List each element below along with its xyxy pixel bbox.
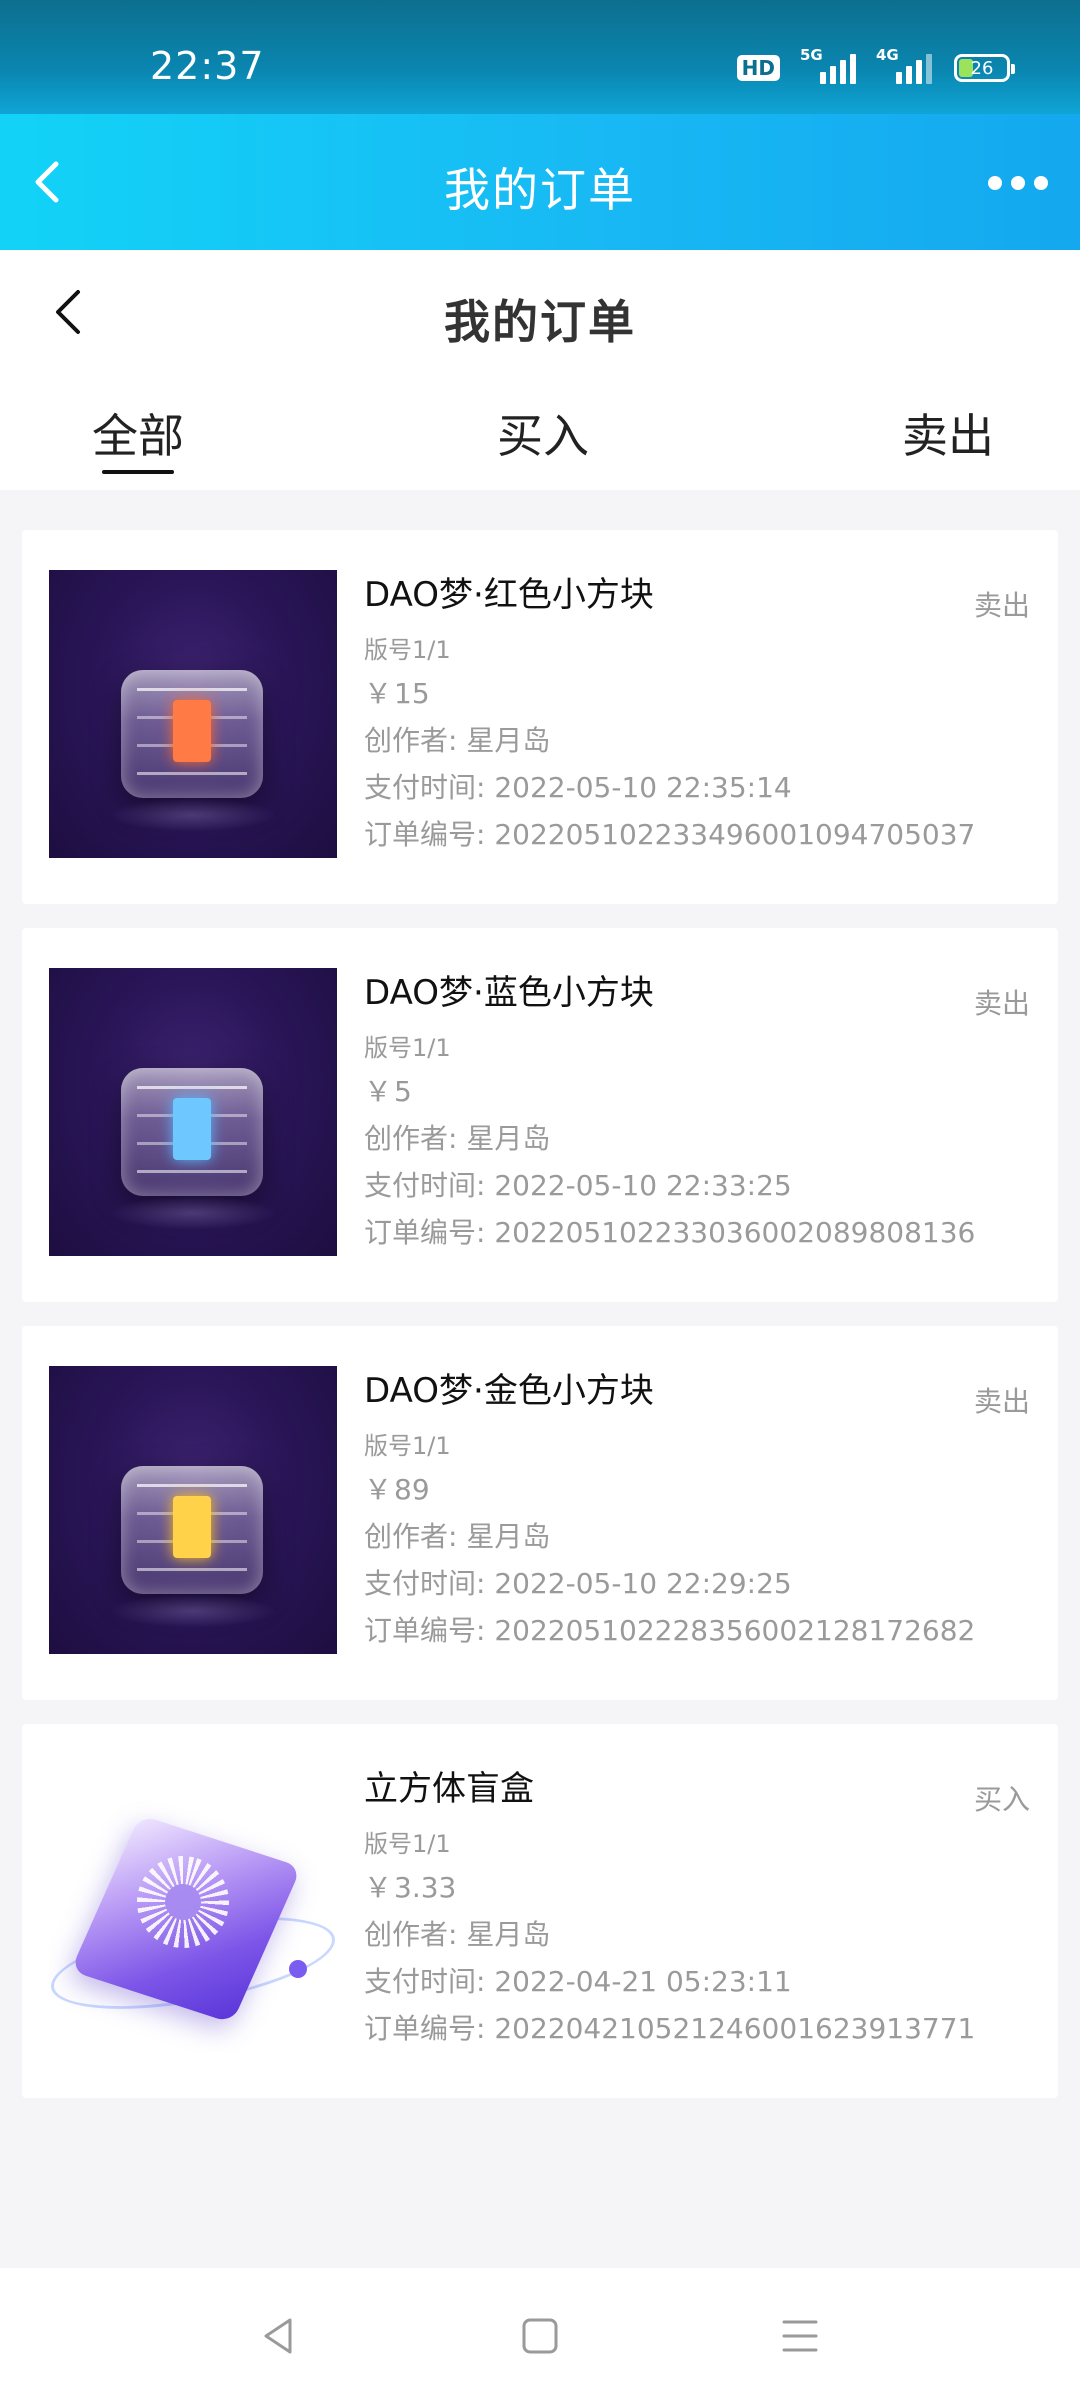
pay-time: 支付时间: 2022-05-10 22:29:25 <box>364 1567 792 1600</box>
status-icons: HD 5G 4G 26 <box>736 46 1015 84</box>
signal-5g-icon: 5G <box>800 46 856 84</box>
square-home-icon[interactable] <box>510 2306 570 2366</box>
creator: 创作者: 星月岛 <box>364 1122 551 1155</box>
product-thumbnail <box>49 968 337 1256</box>
product-thumbnail <box>49 1366 337 1654</box>
page-title: 我的订单 <box>444 295 636 349</box>
order-card[interactable]: DAO梦·红色小方块 版号1/1 ￥15 创作者: 星月岛 支付时间: 2022… <box>22 530 1058 904</box>
status-time: 22:37 <box>150 44 265 88</box>
menu-lines-icon[interactable] <box>770 2306 830 2366</box>
pay-time: 支付时间: 2022-05-10 22:33:25 <box>364 1169 792 1202</box>
order-number: 订单编号: 202205102228356002128172682 <box>364 1614 976 1647</box>
product-name: DAO梦·红色小方块 <box>364 575 654 615</box>
price: ￥5 <box>364 1075 412 1108</box>
order-number: 订单编号: 202204210521246001623913771 <box>364 2012 976 2045</box>
edition-number: 版号1/1 <box>364 1034 451 1062</box>
order-type-badge: 卖出 <box>973 589 1030 622</box>
pay-time: 支付时间: 2022-05-10 22:35:14 <box>364 771 792 804</box>
price: ￥15 <box>364 677 430 710</box>
order-number: 订单编号: 20220510223349600109470503​7 <box>364 818 976 851</box>
tab-sell[interactable]: 卖出 <box>902 400 994 466</box>
signal-4g-icon: 4G <box>876 46 932 84</box>
price: ￥89 <box>364 1473 430 1506</box>
page-header: 我的订单 全部 买入 卖出 <box>0 250 1080 490</box>
tab-buy[interactable]: 买入 <box>497 400 589 466</box>
pay-time: 支付时间: 2022-04-21 05:23:11 <box>364 1965 792 1998</box>
order-card[interactable]: DAO梦·蓝色小方块 版号1/1 ￥5 创作者: 星月岛 支付时间: 2022-… <box>22 928 1058 1302</box>
edition-number: 版号1/1 <box>364 1432 451 1460</box>
battery-level: 26 <box>970 57 994 79</box>
order-tabs: 全部 买入 卖出 <box>0 400 1080 490</box>
battery-icon: 26 <box>954 54 1015 82</box>
creator: 创作者: 星月岛 <box>364 724 551 757</box>
app-title: 我的订单 <box>444 163 636 217</box>
red-cube-image <box>121 670 263 798</box>
product-thumbnail <box>49 1764 337 2052</box>
app-bar: 我的订单 <box>0 114 1080 250</box>
gold-cube-image <box>121 1466 263 1594</box>
triangle-back-icon[interactable] <box>250 2306 310 2366</box>
order-type-badge: 卖出 <box>973 987 1030 1020</box>
product-name: 立方体盲盒 <box>364 1769 534 1809</box>
product-name: DAO梦·蓝色小方块 <box>364 973 654 1013</box>
order-card[interactable]: 立方体盲盒 版号1/1 ￥3.33 创作者: 星月岛 支付时间: 2022-04… <box>22 1724 1058 2098</box>
creator: 创作者: 星月岛 <box>364 1520 551 1553</box>
product-name: DAO梦·金色小方块 <box>364 1371 654 1411</box>
creator: 创作者: 星月岛 <box>364 1918 551 1951</box>
more-dots-icon[interactable] <box>978 166 1058 200</box>
edition-number: 版号1/1 <box>364 636 451 664</box>
product-thumbnail <box>49 570 337 858</box>
price: ￥3.33 <box>364 1871 457 1904</box>
tab-all[interactable]: 全部 <box>92 400 184 474</box>
blue-cube-image <box>121 1068 263 1196</box>
order-card[interactable]: DAO梦·金色小方块 版号1/1 ￥89 创作者: 星月岛 支付时间: 2022… <box>22 1326 1058 1700</box>
status-bar: 22:37 HD 5G 4G 26 <box>0 0 1080 114</box>
order-type-badge: 买入 <box>973 1783 1030 1816</box>
hd-badge-icon: HD <box>736 55 780 81</box>
system-nav-bar <box>0 2268 1080 2400</box>
order-type-badge: 卖出 <box>973 1385 1030 1418</box>
order-number: 订单编号: 202205102233036002089808136 <box>364 1216 976 1249</box>
edition-number: 版号1/1 <box>364 1830 451 1858</box>
